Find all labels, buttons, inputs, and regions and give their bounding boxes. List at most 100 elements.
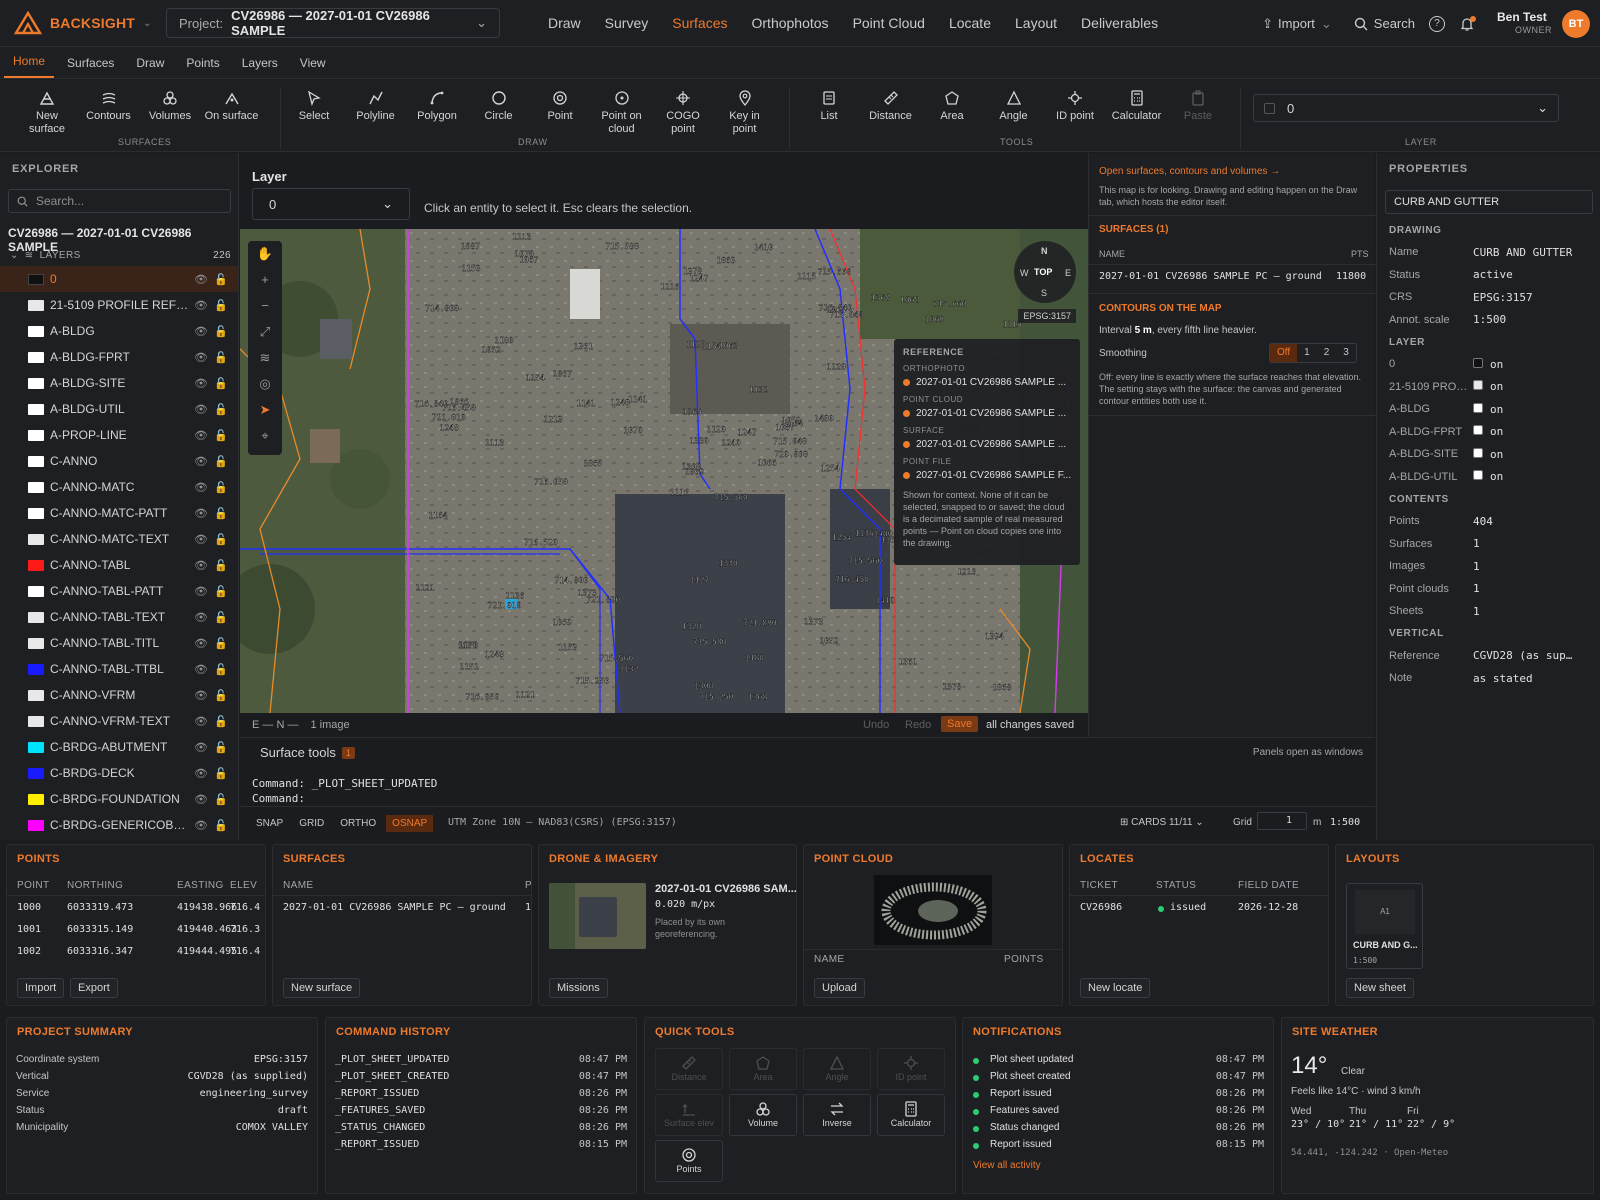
nav-deliverables[interactable]: Deliverables xyxy=(1069,15,1170,31)
select-arrow-icon[interactable]: ➤ xyxy=(248,397,282,423)
nav-survey[interactable]: Survey xyxy=(593,15,661,31)
layer-row[interactable]: C-ANNO 👁 🔓 xyxy=(0,448,238,474)
smoothing-option[interactable]: 2 xyxy=(1317,344,1337,362)
eye-icon[interactable]: 👁 xyxy=(191,715,211,728)
eye-icon[interactable]: 👁 xyxy=(191,429,211,442)
toggle-snap[interactable]: SNAP xyxy=(250,815,289,832)
compass-widget[interactable]: N S W E TOP xyxy=(1014,241,1076,303)
nav-surfaces[interactable]: Surfaces xyxy=(660,15,739,31)
import-button[interactable]: ⇪ Import ⌄ xyxy=(1262,16,1332,32)
ribbon-point-button[interactable]: Point xyxy=(531,90,589,123)
lock-icon[interactable]: 🔓 xyxy=(211,793,231,806)
nav-point-cloud[interactable]: Point Cloud xyxy=(841,15,937,31)
layer-row[interactable]: A-BLDG 👁 🔓 xyxy=(0,318,238,344)
nav-draw[interactable]: Draw xyxy=(536,15,593,31)
grid-input[interactable]: 1 xyxy=(1257,812,1307,830)
layer-visible-checkbox[interactable] xyxy=(1473,425,1483,436)
layer-row[interactable]: A-BLDG-SITE 👁 🔓 xyxy=(0,370,238,396)
ribbon-polygon-button[interactable]: Polygon xyxy=(408,90,466,123)
project-selector[interactable]: Project: CV26986 — 2027-01-01 CV26986 SA… xyxy=(166,8,500,38)
locate-ticket[interactable]: CV26986 xyxy=(1080,902,1122,913)
ribbon-cursor-button[interactable]: Select xyxy=(285,90,343,123)
ribbon-tab-layers[interactable]: Layers xyxy=(233,56,287,78)
map-layer-select[interactable]: 0 ⌄ xyxy=(252,188,410,220)
ribbon-ruler-button[interactable]: Distance xyxy=(862,90,920,123)
zoom-in-icon[interactable]: + xyxy=(248,267,282,293)
lock-icon[interactable]: 🔓 xyxy=(211,611,231,624)
lock-icon[interactable]: 🔓 xyxy=(211,377,231,390)
toggle-ortho[interactable]: ORTHO xyxy=(334,815,382,832)
eye-icon[interactable]: 👁 xyxy=(191,611,211,624)
lock-icon[interactable]: 🔓 xyxy=(211,403,231,416)
layer-row[interactable]: C-ANNO-MATC-TEXT 👁 🔓 xyxy=(0,526,238,552)
smoothing-option[interactable]: Off xyxy=(1270,344,1298,362)
notification-message[interactable]: Report issued xyxy=(990,1088,1052,1099)
points-cell[interactable]: 1001 xyxy=(17,924,41,935)
history-command[interactable]: _PLOT_SHEET_CREATED xyxy=(335,1071,449,1082)
eye-icon[interactable]: 👁 xyxy=(191,689,211,702)
eye-icon[interactable]: 👁 xyxy=(191,455,211,468)
new-sheet-button[interactable]: New sheet xyxy=(1346,978,1414,998)
image-name[interactable]: 2027-01-01 CV26986 SAM... xyxy=(655,883,796,895)
layer-row[interactable]: C-ANNO-TABL 👁 🔓 xyxy=(0,552,238,578)
eye-icon[interactable]: 👁 xyxy=(191,273,211,286)
ribbon-layer-select[interactable]: 0 ⌄ xyxy=(1253,94,1559,122)
ribbon-tab-draw[interactable]: Draw xyxy=(127,56,173,78)
eye-icon[interactable]: 👁 xyxy=(191,325,211,338)
eye-icon[interactable]: 👁 xyxy=(191,793,211,806)
surface-tools-bar[interactable]: Surface tools 1 Panels open as windows xyxy=(240,737,1375,767)
ribbon-key-in-button[interactable]: Key in point xyxy=(716,90,774,136)
new-surface-button[interactable]: New surface xyxy=(283,978,361,998)
lock-icon[interactable]: 🔓 xyxy=(211,325,231,338)
layer-visible-checkbox[interactable] xyxy=(1473,470,1483,481)
eye-icon[interactable]: 👁 xyxy=(191,741,211,754)
lock-icon[interactable]: 🔓 xyxy=(211,559,231,572)
history-command[interactable]: _PLOT_SHEET_UPDATED xyxy=(335,1054,449,1065)
ribbon-tab-points[interactable]: Points xyxy=(177,56,228,78)
notification-message[interactable]: Plot sheet created xyxy=(990,1071,1071,1082)
surface-row-name[interactable]: 2027-01-01 CV26986 SAMPLE PC — ground xyxy=(1099,271,1322,282)
ribbon-tab-home[interactable]: Home xyxy=(4,54,55,78)
new-locate-button[interactable]: New locate xyxy=(1080,978,1151,998)
upload-button[interactable]: Upload xyxy=(814,978,865,998)
lock-icon[interactable]: 🔓 xyxy=(211,689,231,702)
bell-icon[interactable] xyxy=(1459,15,1476,32)
points-cell[interactable]: 1000 xyxy=(17,902,41,913)
help-icon[interactable]: ? xyxy=(1429,15,1445,32)
quick-tool-inverse[interactable]: Inverse xyxy=(803,1094,871,1136)
layer-row[interactable]: C-ANNO-TABL-TTBL 👁 🔓 xyxy=(0,656,238,682)
layer-row[interactable]: C-BRDG-FOUNDATION 👁 🔓 xyxy=(0,786,238,812)
eye-icon[interactable]: 👁 xyxy=(191,299,211,312)
layer-row[interactable]: A-PROP-LINE 👁 🔓 xyxy=(0,422,238,448)
cards-toggle[interactable]: ⊞ CARDS 11/11 ⌄ xyxy=(1120,817,1204,828)
avatar[interactable]: BT xyxy=(1562,9,1590,38)
layout-sheet-tile[interactable]: A1 CURB AND G... 1:500 xyxy=(1346,883,1423,969)
lock-icon[interactable]: 🔓 xyxy=(211,429,231,442)
import-points-button[interactable]: Import xyxy=(17,978,65,998)
quick-tool-volumes[interactable]: Volume xyxy=(729,1094,797,1136)
ribbon-on-surface-button[interactable]: On surface xyxy=(203,90,261,123)
ribbon-area-button[interactable]: Area xyxy=(923,90,981,123)
eye-icon[interactable]: 👁 xyxy=(191,351,211,364)
lock-icon[interactable]: 🔓 xyxy=(211,715,231,728)
layer-row[interactable]: C-ANNO-VFRM-TEXT 👁 🔓 xyxy=(0,708,238,734)
locate-icon[interactable]: ◎ xyxy=(248,371,282,397)
eye-icon[interactable]: 👁 xyxy=(191,585,211,598)
layer-row[interactable]: C-BRDG-GENERICOBJECT 👁 🔓 xyxy=(0,812,238,838)
chevron-down-icon[interactable]: ⌄ xyxy=(143,18,151,29)
app-logo[interactable]: BACKSIGHT ⌄ xyxy=(14,11,164,35)
nav-layout[interactable]: Layout xyxy=(1003,15,1069,31)
quick-tool-point[interactable]: Points xyxy=(655,1140,723,1182)
lock-icon[interactable]: 🔓 xyxy=(211,351,231,364)
smoothing-option[interactable]: 1 xyxy=(1297,344,1317,362)
zoom-out-icon[interactable]: − xyxy=(248,293,282,319)
ribbon-volumes-button[interactable]: Volumes xyxy=(141,90,199,123)
open-surfaces-link[interactable]: Open surfaces, contours and volumes → xyxy=(1099,166,1280,177)
surface-row[interactable]: 2027-01-01 CV26986 SAMPLE PC — ground xyxy=(283,902,506,913)
layer-row[interactable]: A-BLDG-FPRT 👁 🔓 xyxy=(0,344,238,370)
view-all-activity-link[interactable]: View all activity xyxy=(973,1160,1041,1171)
layers-header[interactable]: ⌄ ≋ LAYERS 226 xyxy=(10,250,231,261)
ribbon-contours-button[interactable]: Contours xyxy=(80,90,138,123)
redo-button[interactable]: Redo xyxy=(905,719,931,731)
quick-tool-calculator[interactable]: Calculator xyxy=(877,1094,945,1136)
